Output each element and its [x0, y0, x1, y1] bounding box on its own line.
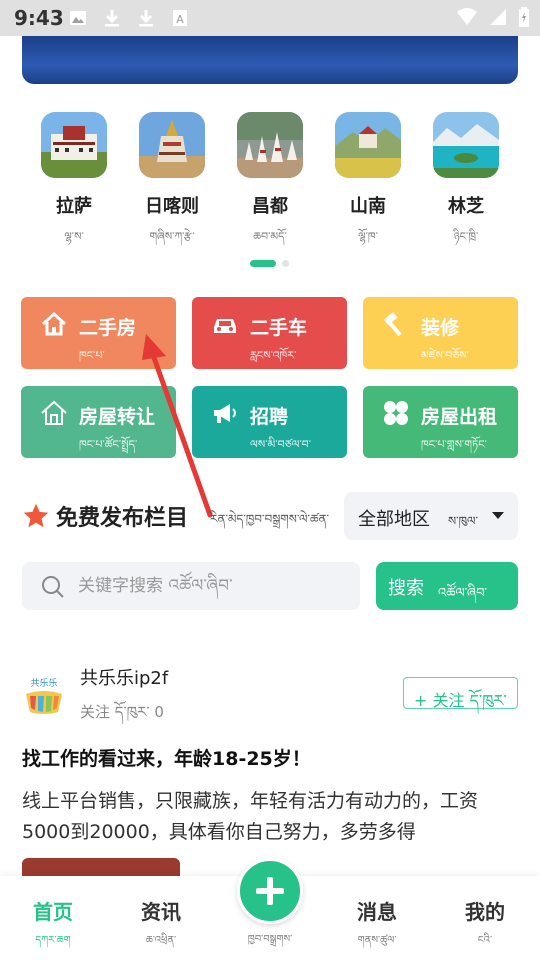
category-decoration[interactable]: 装修 མཛེས་བཅོས་	[363, 297, 518, 369]
star-icon	[22, 502, 50, 534]
city-list: 拉萨 ལྷ་ས་ 日喀则 གཞིས་ཀ་རྩེ་ 昌都 ཆབ་མདོ་ 山南 ལ…	[20, 112, 520, 255]
category-title: 装修	[421, 317, 460, 339]
city-thumbnail	[41, 112, 107, 178]
nav-sub: ངའི་	[477, 935, 493, 946]
city-sub: ཉིང་ཁྲི་	[453, 230, 479, 243]
city-sub: གཞིས་ཀ་རྩེ་	[149, 230, 195, 243]
category-title: 房屋出租	[421, 406, 498, 428]
search-icon	[40, 574, 66, 604]
publish-button[interactable]	[237, 858, 303, 924]
nav-home[interactable]: 首页 དཀར་ཆག	[8, 896, 98, 957]
city-item-shigatse[interactable]: 日喀则 གཞིས་ཀ་རྩེ་	[136, 112, 208, 255]
post-username[interactable]: 共乐乐ip2f	[80, 664, 168, 690]
city-thumbnail	[139, 112, 205, 178]
section-title: 免费发布栏目	[56, 506, 189, 531]
category-title: 二手房	[79, 317, 137, 339]
nav-news[interactable]: 资讯 ཆ་འཕྲིན་	[116, 896, 206, 957]
nav-label: 首页	[33, 900, 73, 924]
nav-sub: དཀར་ཆག	[35, 935, 71, 946]
city-sub: ལྷ་ས་	[64, 230, 84, 243]
section-sub: རིན་མེད་ཁྱབ་བསྒྲགས་ལེ་ཚན་	[210, 512, 330, 526]
nav-messages[interactable]: 消息 གནས་ཚུལ་	[332, 896, 422, 957]
avatar[interactable]: 共乐乐	[22, 674, 66, 718]
category-title: 招聘	[250, 406, 289, 428]
post-title[interactable]: 找工作的看过来，年龄18-25岁！	[22, 744, 311, 771]
nav-mine[interactable]: 我的 ངའི་	[440, 896, 530, 957]
banner-carousel[interactable]	[22, 36, 518, 84]
battery-icon	[518, 7, 530, 31]
region-sub: ས་ཁུལ་	[448, 514, 479, 528]
image-icon	[68, 8, 88, 28]
search-button[interactable]: 搜索 འཚོལ་ཞིབ་	[376, 562, 518, 610]
follow-button-label: + 关注 དོ་ཁུར་	[414, 691, 507, 710]
category-sub: རླངས་འཁོར་	[250, 349, 297, 362]
nav-sub: ཆ་འཕྲིན་	[145, 935, 177, 946]
city-thumbnail	[433, 112, 499, 178]
publish-sub: ཁྱབ་བསྒྲགས་	[247, 934, 293, 945]
city-item-chamdo[interactable]: 昌都 ཆབ་མདོ་	[234, 112, 306, 255]
status-bar: 9:43 A	[0, 0, 540, 36]
signal-icon	[488, 7, 508, 31]
region-label: 全部地区	[358, 509, 430, 530]
search-button-label: 搜索	[388, 578, 424, 599]
city-thumbnail	[335, 112, 401, 178]
city-sub: ཆབ་མདོ་	[253, 230, 287, 243]
caret-down-icon	[492, 512, 504, 519]
city-name: 山南	[350, 196, 386, 217]
category-title: 二手车	[250, 317, 308, 339]
city-name: 林芝	[448, 196, 484, 217]
home-icon	[39, 309, 69, 339]
city-name: 日喀则	[145, 196, 199, 217]
search-box[interactable]	[22, 562, 360, 610]
status-time: 9:43	[14, 6, 64, 30]
download-icon	[136, 8, 156, 28]
notification-icons: A	[68, 8, 190, 28]
category-sub: ཁང་པ་	[79, 349, 105, 362]
category-sub: མཛེས་བཅོས་	[421, 349, 469, 362]
city-sub: ལྷོ་ཁ་	[358, 230, 378, 243]
clover-icon	[381, 398, 411, 428]
indicator-dot	[282, 260, 289, 267]
nav-sub: གནས་ཚུལ་	[357, 935, 397, 946]
category-sub: ཁང་པ་གླས་གཏོང་	[421, 438, 487, 451]
house-outline-icon	[39, 398, 69, 428]
city-name: 昌都	[252, 196, 288, 217]
wifi-icon	[456, 7, 478, 31]
nav-label: 资讯	[141, 900, 181, 924]
city-item-lhasa[interactable]: 拉萨 ལྷ་ས་	[38, 112, 110, 255]
svg-text:A: A	[176, 13, 184, 26]
city-item-nyingchi[interactable]: 林芝 ཉིང་ཁྲི་	[430, 112, 502, 255]
region-select[interactable]: 全部地区 ས་ཁུལ་	[344, 492, 518, 540]
plus-icon	[256, 877, 284, 905]
nav-label: 我的	[465, 900, 505, 924]
search-input[interactable]	[78, 562, 348, 610]
carousel-indicator	[250, 260, 289, 267]
text-icon: A	[170, 8, 190, 28]
nav-label: 消息	[357, 900, 397, 924]
hammer-icon	[381, 309, 411, 339]
indicator-active	[250, 260, 276, 267]
free-publish-header: 免费发布栏目 རིན་མེད་ཁྱབ་བསྒྲགས་ལེ་ཚན་ 全部地区 ས་…	[20, 492, 520, 542]
follow-count: 关注 དོ་ཁུར་ 0	[80, 703, 164, 721]
system-icons	[456, 7, 530, 31]
city-thumbnail	[237, 112, 303, 178]
city-item-shannan[interactable]: 山南 ལྷོ་ཁ་	[332, 112, 404, 255]
follow-button[interactable]: + 关注 དོ་ཁུར་	[403, 677, 518, 710]
download-icon	[102, 8, 122, 28]
category-sub: ཁང་པ་ཚོང་སྤྲོད་	[79, 438, 138, 451]
category-house-rental[interactable]: 房屋出租 ཁང་པ་གླས་གཏོང་	[363, 386, 518, 458]
avatar-logo-text: 共乐乐	[30, 677, 57, 689]
post-body[interactable]: 线上平台销售，只限藏族，年轻有活力有动力的，工资5000到20000，具体看你自…	[22, 786, 522, 848]
city-name: 拉萨	[56, 196, 92, 217]
search-button-sub: འཚོལ་ཞིབ་	[438, 586, 488, 601]
category-sub: ལས་མི་བཙལ་བ་	[250, 438, 312, 451]
